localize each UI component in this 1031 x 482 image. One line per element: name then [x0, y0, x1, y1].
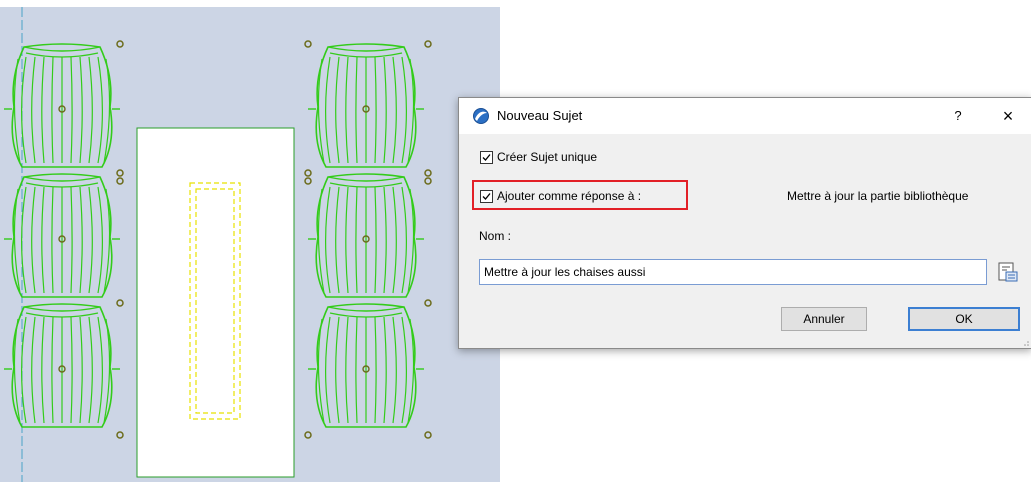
anchor-marker	[304, 177, 312, 185]
chair[interactable]	[4, 173, 120, 298]
anchor-marker	[424, 177, 432, 185]
anchor-marker	[424, 431, 432, 439]
add-as-reply-option[interactable]: Ajouter comme réponse à :	[480, 189, 641, 203]
checkmark-icon	[482, 153, 491, 161]
anchor-marker	[116, 177, 124, 185]
anchor-marker	[116, 169, 124, 177]
anchor-marker	[116, 299, 124, 307]
anchor-marker	[304, 431, 312, 439]
anchor-marker	[304, 40, 312, 48]
new-topic-dialog: Nouveau Sujet ? × Créer Sujet unique Ajo…	[458, 97, 1031, 349]
cad-drawing-canvas[interactable]	[0, 7, 500, 482]
table-outline[interactable]	[136, 127, 295, 478]
chair[interactable]	[4, 303, 120, 428]
name-input[interactable]	[479, 259, 987, 285]
name-label: Nom :	[479, 229, 512, 243]
cad-drawing	[4, 7, 432, 482]
chairs-right-column	[308, 43, 424, 428]
anchor-marker	[116, 431, 124, 439]
chair[interactable]	[308, 43, 424, 168]
resize-grip-icon[interactable]	[1022, 339, 1030, 347]
close-button[interactable]: ×	[991, 104, 1025, 128]
help-button[interactable]: ?	[945, 104, 971, 128]
chairs-left-column	[4, 43, 120, 428]
archicad-globe-icon	[473, 108, 489, 124]
ok-button[interactable]: OK	[908, 307, 1020, 331]
single-topic-checkbox[interactable]	[480, 150, 493, 164]
dialog-title: Nouveau Sujet	[497, 108, 583, 123]
cancel-button[interactable]: Annuler	[781, 307, 867, 331]
reply-target-topic: Mettre à jour la partie bibliothèque	[787, 189, 969, 203]
chair[interactable]	[308, 303, 424, 428]
dialog-titlebar[interactable]: Nouveau Sujet ? ×	[459, 98, 1031, 134]
library-browse-icon[interactable]	[997, 261, 1019, 283]
single-topic-label: Créer Sujet unique	[497, 150, 598, 164]
anchor-marker	[424, 40, 432, 48]
anchor-marker	[424, 299, 432, 307]
single-topic-option[interactable]: Créer Sujet unique	[480, 150, 597, 164]
anchor-marker	[304, 169, 312, 177]
add-as-reply-label: Ajouter comme réponse à :	[497, 189, 642, 203]
chair[interactable]	[4, 43, 120, 168]
add-as-reply-checkbox[interactable]	[480, 189, 493, 203]
checkmark-icon	[482, 192, 491, 200]
chair[interactable]	[308, 173, 424, 298]
anchor-marker	[116, 40, 124, 48]
anchor-marker	[424, 169, 432, 177]
